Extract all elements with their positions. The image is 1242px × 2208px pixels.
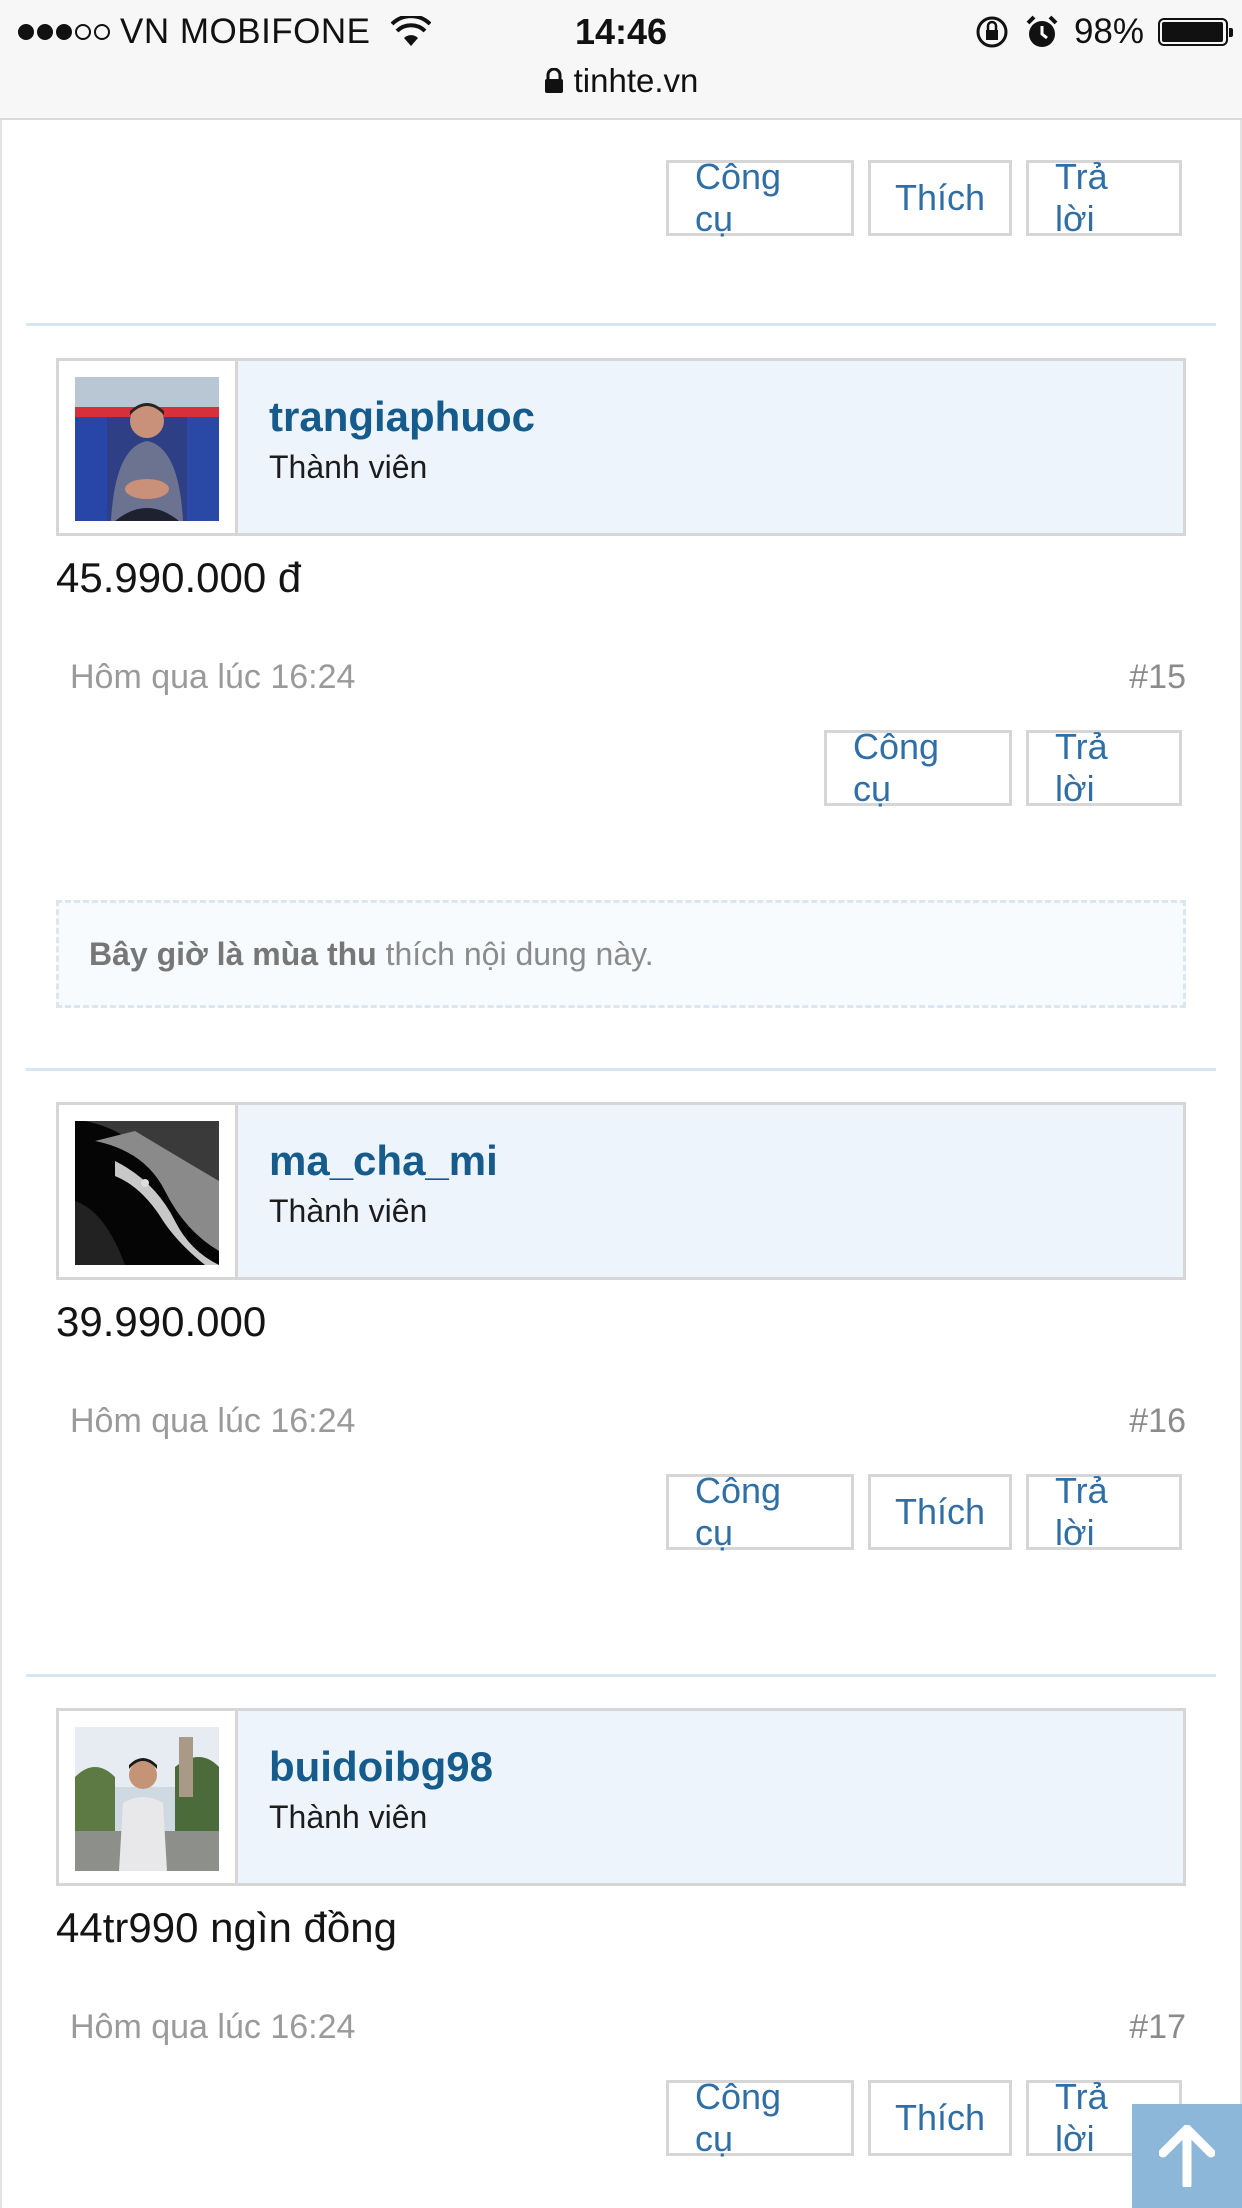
avatar-frame[interactable] (59, 1711, 238, 1883)
post-message: 45.990.000 đ (56, 554, 302, 601)
reply-button[interactable]: Trả lời (1026, 726, 1182, 809)
post-message: 44tr990 ngìn đồng (56, 1904, 397, 1951)
username-link[interactable]: ma_cha_mi (269, 1137, 498, 1185)
battery-level (1162, 22, 1223, 42)
url-bar[interactable]: tinhte.vn (0, 58, 1242, 104)
left-border (0, 120, 2, 2208)
like-button[interactable]: Thích (868, 160, 1012, 236)
post-date[interactable]: Hôm qua lúc 16:24 (70, 658, 355, 697)
like-button[interactable]: Thích (868, 2080, 1012, 2156)
post-separator (26, 323, 1216, 326)
post-number[interactable]: #16 (1129, 1402, 1186, 1441)
status-right: 98% (974, 8, 1233, 56)
post-actions-17: Công cụ Thích Trả lời (666, 2076, 1182, 2159)
liker-name[interactable]: Bây giờ là mùa thu (89, 936, 377, 973)
user-role: Thành viên (269, 1193, 428, 1229)
user-card: ma_cha_mi Thành viên (56, 1102, 1186, 1280)
tools-button[interactable]: Công cụ (666, 2076, 854, 2159)
avatar[interactable] (75, 377, 219, 521)
avatar-frame[interactable] (59, 1105, 238, 1277)
tools-button[interactable]: Công cụ (666, 1470, 854, 1553)
scroll-top-button[interactable] (1132, 2104, 1242, 2208)
status-bar: VN MOBIFONE 14:46 98% tinhte.vn (0, 0, 1242, 120)
post-separator (26, 1674, 1216, 1677)
post-actions-16: Công cụ Thích Trả lời (666, 1470, 1182, 1553)
reply-button[interactable]: Trả lời (1026, 156, 1182, 239)
alarm-icon (1026, 15, 1058, 47)
post-actions-15: Công cụ Trả lời (824, 726, 1182, 809)
post-actions-14: Công cụ Thích Trả lời (666, 156, 1182, 239)
post-date[interactable]: Hôm qua lúc 16:24 (70, 1402, 355, 1441)
user-card: buidoibg98 Thành viên (56, 1708, 1186, 1886)
arrow-up-icon (1159, 2125, 1215, 2187)
post-number[interactable]: #17 (1129, 2008, 1186, 2047)
post-date[interactable]: Hôm qua lúc 16:24 (70, 2008, 355, 2047)
thread-content: Công cụ Thích Trả lời trangiaphuoc Thành… (0, 120, 1242, 2208)
url-text: tinhte.vn (573, 62, 699, 99)
lock-icon (544, 68, 563, 93)
reply-button[interactable]: Trả lời (1026, 1470, 1182, 1553)
post-number[interactable]: #15 (1129, 658, 1186, 697)
battery-icon (1158, 18, 1233, 46)
battery-percent: 98% (1073, 12, 1144, 51)
likes-summary: Bây giờ là mùa thu thích nội dung này. (56, 900, 1186, 1008)
post-message: 39.990.000 (56, 1298, 267, 1345)
tools-button[interactable]: Công cụ (824, 726, 1012, 809)
user-card: trangiaphuoc Thành viên (56, 358, 1186, 536)
username-link[interactable]: trangiaphuoc (269, 393, 535, 441)
tools-button[interactable]: Công cụ (666, 156, 854, 239)
username-link[interactable]: buidoibg98 (269, 1743, 493, 1791)
avatar[interactable] (75, 1727, 219, 1871)
user-role: Thành viên (269, 1799, 428, 1835)
rotation-lock-icon (976, 16, 1008, 48)
avatar[interactable] (75, 1121, 219, 1265)
post-separator (26, 1068, 1216, 1071)
likes-text: thích nội dung này. (376, 935, 654, 972)
avatar-frame[interactable] (59, 361, 238, 533)
user-role: Thành viên (269, 449, 428, 485)
like-button[interactable]: Thích (868, 1474, 1012, 1550)
